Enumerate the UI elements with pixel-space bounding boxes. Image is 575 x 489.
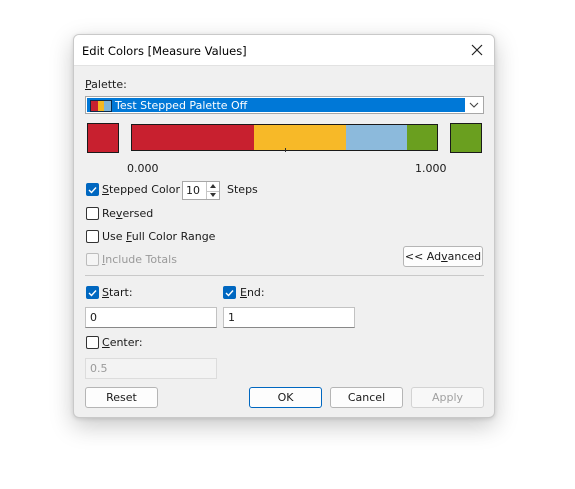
dropdown-arrow[interactable] [465,97,483,113]
palette-swatch-color-1 [91,101,98,111]
start-color-swatch[interactable] [87,123,119,153]
ramp-min-label: 0.000 [127,162,159,175]
center-label-rest: enter: [109,336,143,349]
start-label: Start: [102,286,133,299]
ramp-segment-2 [254,125,346,150]
full-color-range-label: Use Full Color Range [102,230,215,243]
edit-colors-dialog: Edit Colors [Measure Values] Palette: Te… [73,34,495,418]
center-value-field[interactable] [85,358,217,379]
start-checkbox[interactable] [86,286,99,299]
start-label-rest: tart: [108,286,133,299]
stepped-color-label: Stepped Color [102,183,180,196]
palette-selected: Test Stepped Palette Off [87,98,465,112]
include-totals-checkbox[interactable] [86,253,99,266]
reversed-label-part3: ersed [122,207,154,220]
palette-label: Palette: [85,78,127,91]
cancel-button[interactable]: Cancel [330,387,403,408]
start-value-input[interactable] [86,308,216,327]
palette-label-rest: alette: [91,78,127,91]
palette-swatch-color-2 [97,101,105,111]
advanced-button[interactable]: << Ad v anced [403,246,483,267]
end-value-field[interactable] [223,307,355,328]
caret-up-icon [210,184,216,189]
apply-button[interactable]: Apply [411,387,484,408]
ramp-center-tick [285,148,286,152]
end-value-input[interactable] [224,308,354,327]
start-mnemonic: S [102,286,109,299]
dialog-title: Edit Colors [Measure Values] [82,44,247,58]
center-checkbox[interactable] [86,336,99,349]
title-bar: Edit Colors [Measure Values] [74,35,494,66]
palette-swatch-color-3 [104,101,112,111]
stepper-down-button[interactable] [207,191,219,200]
stepped-color-checkbox[interactable] [86,183,99,196]
palette-dropdown[interactable]: Test Stepped Palette Off [85,96,484,114]
separator [85,275,484,276]
end-checkbox[interactable] [223,286,236,299]
caret-down-icon [210,192,216,197]
ramp-segment-4 [406,125,437,150]
include-totals-label: Include Totals [102,253,177,266]
reset-button[interactable]: Reset [85,387,158,408]
stepped-color-mnemonic: S [102,183,109,196]
full-range-label-part1: Use [102,230,127,243]
close-icon [471,44,483,56]
ramp-max-label: 1.000 [415,162,447,175]
reversed-label-part1: Re [102,207,116,220]
reversed-checkbox[interactable] [86,207,99,220]
palette-swatch-icon [90,100,112,112]
checkmark-icon [88,289,97,297]
full-range-label-part3: ull Color Range [131,230,216,243]
chevron-down-icon [469,102,479,108]
palette-selected-label: Test Stepped Palette Off [115,99,248,112]
start-value-field[interactable] [85,307,217,328]
end-mnemonic: E [240,286,247,299]
center-label: Center: [102,336,143,349]
end-label-rest: nd: [246,286,265,299]
include-totals-label-rest: nclude Totals [105,253,177,266]
close-button[interactable] [466,39,488,61]
reversed-label: Reversed [102,207,153,220]
steps-stepper[interactable]: 10 [182,181,220,200]
color-ramp [131,124,438,151]
ramp-segment-3 [345,125,407,150]
ok-button[interactable]: OK [249,387,322,408]
end-label: End: [240,286,265,299]
advanced-label-part3: anced [447,250,482,263]
steps-value: 10 [186,184,200,197]
stepper-buttons [206,182,219,199]
steps-unit-label: Steps [227,183,258,196]
center-value-input[interactable] [86,359,216,378]
checkmark-icon [225,289,234,297]
full-color-range-checkbox[interactable] [86,230,99,243]
stepped-color-label-rest: tepped Color [108,183,180,196]
center-mnemonic: C [102,336,110,349]
ramp-segment-1 [132,125,254,150]
checkmark-icon [88,186,97,194]
end-color-swatch[interactable] [450,123,482,153]
advanced-label-part1: << Ad [404,250,442,263]
